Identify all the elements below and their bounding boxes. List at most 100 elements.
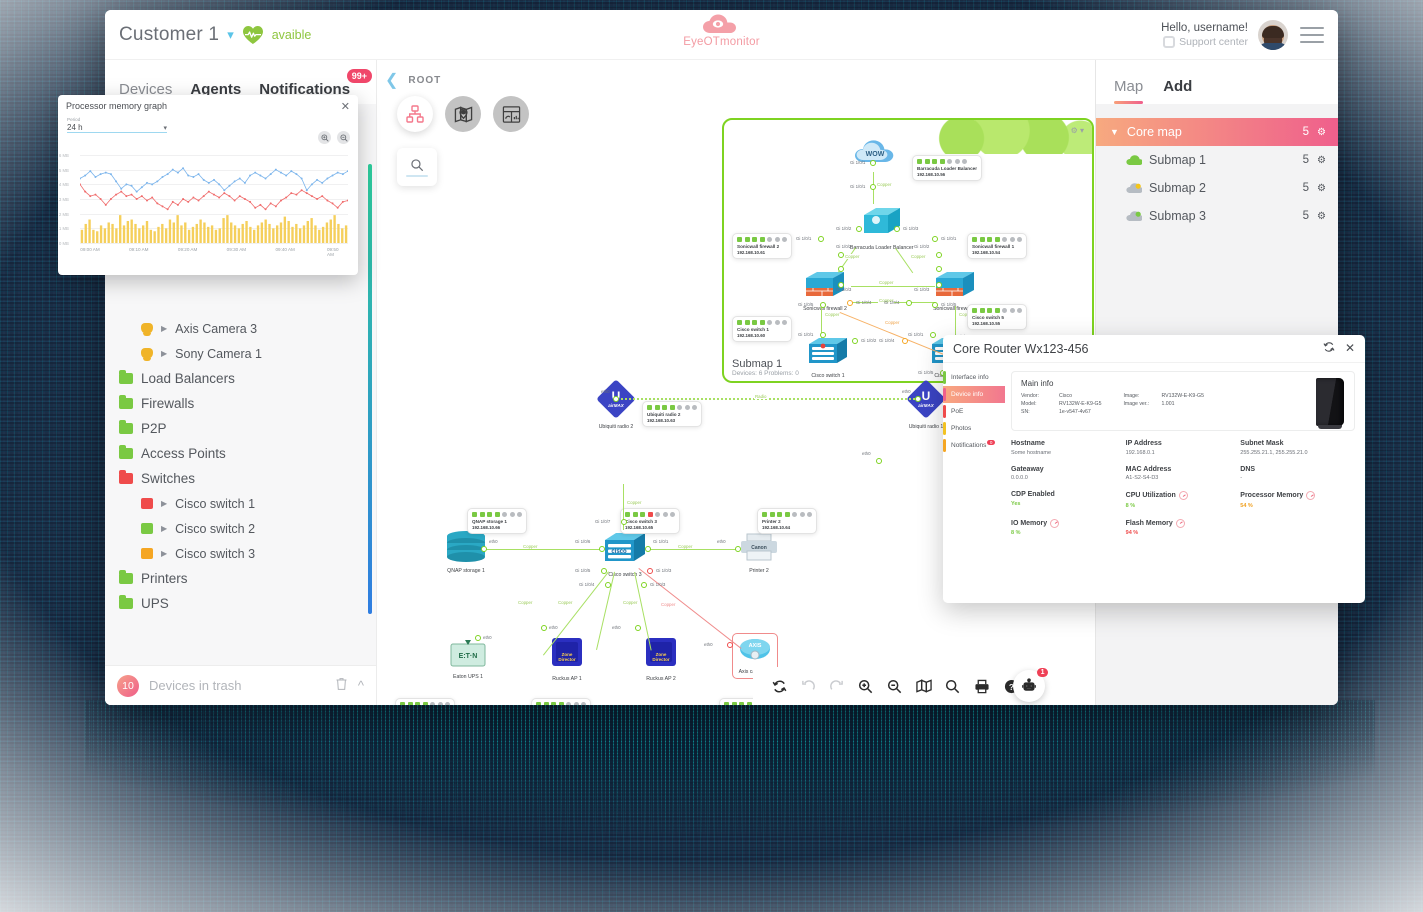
zoom-in-icon[interactable] xyxy=(858,679,873,694)
map-tooltip[interactable]: Sonicwall firewall 2 192.168.10.61 xyxy=(732,233,792,259)
processor-memory-graph-window[interactable]: Processor memory graph ✕ Period 24 h ▾ 0… xyxy=(58,95,358,275)
dashboard-icon[interactable] xyxy=(493,96,529,132)
map-row-submap-1[interactable]: Submap 1 5 ⚙ xyxy=(1096,146,1338,174)
chevron-right-icon[interactable]: ▶ xyxy=(161,349,167,358)
tooltip-action-icons[interactable] xyxy=(737,320,787,325)
map-row-submap-3[interactable]: Submap 3 5 ⚙ xyxy=(1096,202,1338,230)
gear-icon[interactable]: ⚙ ▾ xyxy=(1071,126,1084,135)
search-icon[interactable] xyxy=(945,679,960,694)
zoom-out-icon[interactable] xyxy=(337,131,350,144)
devices-in-trash-bar[interactable]: 10 Devices in trash ^ xyxy=(105,665,376,705)
nav-notifications[interactable]: Notifications 0 xyxy=(943,437,1005,454)
map-node-ruckus-ap-1[interactable]: Zone Director Ruckus AP 1 xyxy=(549,636,585,682)
zoom-in-icon[interactable] xyxy=(318,131,331,144)
map-tooltip[interactable]: Ubiquiti radio 2 192.168.10.63 xyxy=(642,401,702,427)
tooltip-action-icons[interactable] xyxy=(647,405,697,410)
map-node-cisco-switch-1[interactable]: Cisco switch 1 xyxy=(806,335,850,379)
tree-item-ups[interactable]: UPS xyxy=(105,591,376,616)
tooltip-action-icons[interactable] xyxy=(737,237,787,242)
map-row-submap-2[interactable]: Submap 2 5 ⚙ xyxy=(1096,174,1338,202)
refresh-icon[interactable] xyxy=(772,679,787,694)
tooltip-action-icons[interactable] xyxy=(972,308,1022,313)
nav-photos[interactable]: Photos xyxy=(943,420,1005,437)
print-icon[interactable] xyxy=(974,679,990,694)
breadcrumb-root[interactable]: ROOT xyxy=(408,75,441,86)
topology-icon[interactable] xyxy=(397,96,433,132)
device-info-window[interactable]: Core Router Wx123-456 ✕ Interface info D… xyxy=(943,335,1365,603)
gear-icon[interactable]: ⚙ xyxy=(1317,155,1326,166)
period-select[interactable]: 24 h ▾ xyxy=(67,123,167,133)
tree-item-printers[interactable]: Printers xyxy=(105,566,376,591)
tooltip-action-icons[interactable] xyxy=(762,512,812,517)
map-node-qnap-storage-1[interactable]: QNAP storage 1 xyxy=(445,530,487,574)
avatar[interactable] xyxy=(1258,19,1288,50)
main-info-card: Main info Vendor: Cisco Model: RV132W-E-K9… xyxy=(1011,371,1355,431)
chevron-down-icon[interactable]: ▼ xyxy=(1110,127,1119,137)
trash-icon[interactable] xyxy=(335,677,348,694)
chevron-up-icon[interactable]: ^ xyxy=(358,678,364,693)
tree-item-cisco-switch-1[interactable]: ▶ Cisco switch 1 xyxy=(105,491,376,516)
chevron-right-icon[interactable]: ▶ xyxy=(161,499,167,508)
map-icon[interactable] xyxy=(915,679,932,693)
map-node-eaton-ups-1[interactable]: E:T·N Eaton UPS 1 xyxy=(449,638,487,680)
gear-icon[interactable]: ⚙ xyxy=(1317,211,1326,222)
tree-item-firewalls[interactable]: Firewalls xyxy=(105,391,376,416)
close-icon[interactable]: ✕ xyxy=(1345,341,1355,356)
map-node-ubiquiti-radio-1[interactable]: U airMAX Ubiquiti radio 1 xyxy=(907,380,945,430)
map-tooltip[interactable]: Sonicwall firewall 1 192.168.10.54 xyxy=(967,233,1027,259)
sidebar-scrollbar[interactable] xyxy=(368,164,372,614)
tab-map[interactable]: Map xyxy=(1114,78,1144,104)
tooltip-action-icons[interactable] xyxy=(917,159,977,164)
nav-device-info[interactable]: Device info xyxy=(943,386,1005,403)
tree-item-axis-camera-3[interactable]: ▶ Axis Camera 3 xyxy=(105,316,376,341)
map-pin-icon[interactable] xyxy=(445,96,481,132)
tooltip-action-icons[interactable] xyxy=(400,702,450,705)
tree-item-label: Firewalls xyxy=(141,396,195,411)
chevron-left-icon[interactable]: ❮ xyxy=(385,70,398,90)
chevron-down-icon[interactable]: ▾ xyxy=(163,124,167,132)
map-tooltip[interactable]: Cisco switch 3 192.168.10.65 xyxy=(620,508,680,534)
chevron-down-icon[interactable]: ▾ xyxy=(227,27,234,43)
tree-item-p2p[interactable]: P2P xyxy=(105,416,376,441)
tree-item-switches[interactable]: Switches xyxy=(105,466,376,491)
map-node-ubiquiti-radio-2[interactable]: U airMAX Ubiquiti radio 2 xyxy=(597,380,635,430)
refresh-icon[interactable] xyxy=(1323,341,1335,356)
tooltip-action-icons[interactable] xyxy=(472,512,522,517)
chevron-right-icon[interactable]: ▶ xyxy=(161,549,167,558)
tooltip-action-icons[interactable] xyxy=(536,702,586,705)
map-tooltip[interactable]: Cisco switch 1 192.168.10.60 xyxy=(732,316,792,342)
customer-selector[interactable]: Customer 1 ▾ avaible xyxy=(105,24,311,46)
tab-add[interactable]: Add xyxy=(1163,78,1192,104)
map-tooltip[interactable]: Barracuda Loader Balancer 192.168.10.56 xyxy=(912,155,982,181)
canvas-search-box[interactable] xyxy=(397,148,437,186)
support-center-link[interactable]: Support center xyxy=(1161,35,1248,48)
map-row-core-map[interactable]: ▼ Core map 5 ⚙ xyxy=(1096,118,1338,146)
map-tooltip[interactable]: Printer 2 192.168.10.64 xyxy=(757,508,817,534)
map-tooltip[interactable]: Ruckus AP 1 192.168.10.69 xyxy=(531,698,591,705)
tree-item-cisco-switch-3[interactable]: ▶ Cisco switch 3 xyxy=(105,541,376,566)
chevron-right-icon[interactable]: ▶ xyxy=(161,324,167,333)
map-tooltip[interactable]: QNAP storage 1 192.168.10.66 xyxy=(467,508,527,534)
nav-interface-info[interactable]: Interface info xyxy=(943,369,1005,386)
hamburger-menu-icon[interactable] xyxy=(1298,23,1326,47)
tree-item-access-points[interactable]: Access Points xyxy=(105,441,376,466)
redo-icon[interactable] xyxy=(829,679,844,694)
gear-icon[interactable]: ⚙ xyxy=(1317,183,1326,194)
nav-poe[interactable]: PoE xyxy=(943,403,1005,420)
tooltip-action-icons[interactable] xyxy=(972,237,1022,242)
close-icon[interactable]: ✕ xyxy=(341,100,350,113)
chevron-right-icon[interactable]: ▶ xyxy=(161,524,167,533)
field-label: Gateaway xyxy=(1011,465,1044,473)
tree-item-cisco-switch-2[interactable]: ▶ Cisco switch 2 xyxy=(105,516,376,541)
map-tooltip[interactable]: Eaton UPS 1 192.168.10.70 xyxy=(395,698,455,705)
robot-icon[interactable]: 1 xyxy=(1013,668,1048,702)
map-node-printer-2[interactable]: Canon Printer 2 xyxy=(739,532,779,574)
map-tooltip[interactable]: Cisco switch 5 192.168.10.55 xyxy=(967,304,1027,330)
tree-item-sony-camera-1[interactable]: ▶ Sony Camera 1 xyxy=(105,341,376,366)
undo-icon[interactable] xyxy=(801,679,816,694)
tooltip-action-icons[interactable] xyxy=(625,512,675,517)
zoom-out-icon[interactable] xyxy=(887,679,902,694)
tree-item-load-balancers[interactable]: Load Balancers xyxy=(105,366,376,391)
graph-window-header: Processor memory graph ✕ xyxy=(58,95,358,117)
gear-icon[interactable]: ⚙ xyxy=(1317,127,1326,138)
